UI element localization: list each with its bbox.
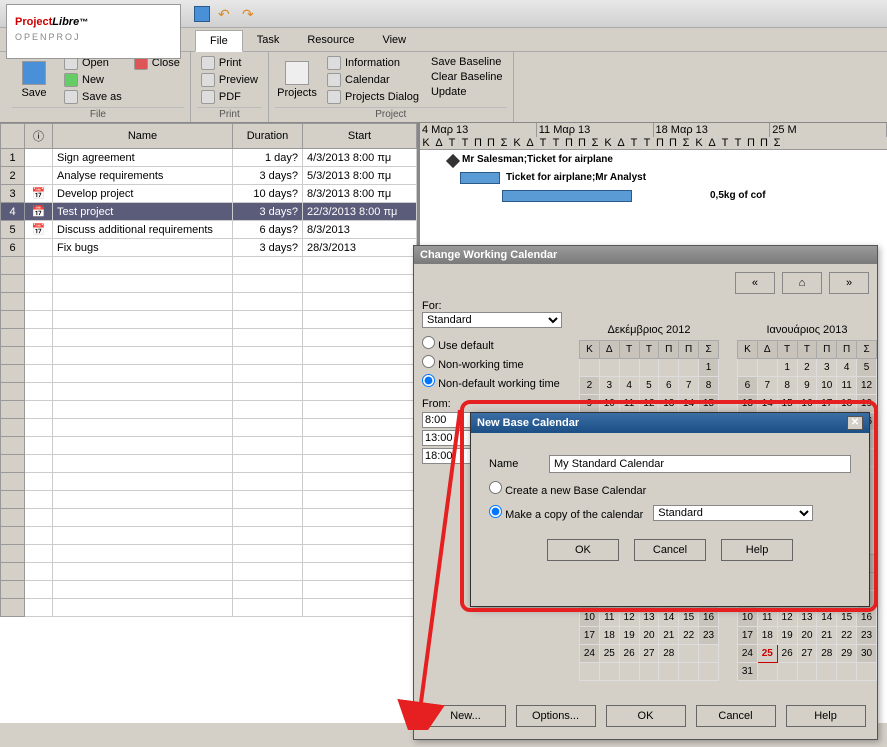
table-row[interactable]: 5 📅 Discuss additional requirements 6 da… [1,221,417,239]
calendar-name-input[interactable] [549,455,851,473]
col-name[interactable]: Name [53,124,233,149]
calendar-button[interactable]: Calendar [323,72,423,88]
ribbon-print-label: Print [197,107,262,120]
name-label: Name [489,458,539,470]
calendar-icon [327,73,341,87]
milestone-icon [446,154,460,168]
cal-new-button[interactable]: New... [426,705,506,727]
cal-ok-button[interactable]: OK [606,705,686,727]
brand-part1: Project [15,16,52,28]
projects-dialog-icon [327,90,341,104]
cal-next-button[interactable]: » [829,272,869,294]
gantt-bar[interactable] [502,190,632,202]
cal-prev-button[interactable]: « [735,272,775,294]
brand-part2: Libre [52,16,79,28]
projects-icon [285,61,309,85]
dialog-title: New Base Calendar [477,417,579,429]
cal-help-button[interactable]: Help [786,705,866,727]
col-duration[interactable]: Duration [233,124,303,149]
brand-sub: OPENPROJ [15,32,172,42]
cal-cancel-button[interactable]: Cancel [696,705,776,727]
table-row[interactable]: 3 📅 Develop project 10 days? 8/3/2013 8:… [1,185,417,203]
table-row[interactable]: 1 Sign agreement 1 day? 4/3/2013 8:00 πμ [1,149,417,167]
tab-file[interactable]: File [195,30,243,52]
print-button[interactable]: Print [197,55,262,71]
new-ok-button[interactable]: OK [547,539,619,561]
save-icon [22,61,46,85]
new-icon [64,73,78,87]
tab-task[interactable]: Task [243,30,294,50]
app-logo: ProjectLibre™ OPENPROJ [6,4,181,59]
projects-button[interactable]: Projects [275,55,319,105]
for-select[interactable]: Standard [422,312,562,328]
new-button[interactable]: New [60,72,126,88]
tab-view[interactable]: View [368,30,420,50]
qat-save-icon[interactable] [194,6,210,22]
cal-options-button[interactable]: Options... [516,705,596,727]
close-icon[interactable]: ✕ [847,416,863,430]
ribbon-file-label: File [12,107,184,120]
clear-baseline-button[interactable]: Clear Baseline [427,70,507,84]
copy-of-select[interactable]: Standard [653,505,813,521]
saveas-icon [64,90,78,104]
saveas-button[interactable]: Save as [60,89,126,105]
radio-make-copy[interactable]: Make a copy of the calendar [489,505,643,521]
print-icon [201,56,215,70]
new-help-button[interactable]: Help [721,539,793,561]
information-button[interactable]: Information [323,55,423,71]
info-icon [327,56,341,70]
pdf-icon [201,90,215,104]
new-cancel-button[interactable]: Cancel [634,539,706,561]
gantt-bar[interactable] [460,172,500,184]
cal-home-button[interactable]: ⌂ [782,272,822,294]
ribbon-project-label: Project [275,107,507,120]
table-row[interactable]: 4 📅 Test project 3 days? 22/3/2013 8:00 … [1,203,417,221]
col-indicator[interactable]: ⓘ [25,124,53,149]
table-row[interactable]: 6 Fix bugs 3 days? 28/3/2013 [1,239,417,257]
col-start[interactable]: Start [303,124,417,149]
qat-undo-icon[interactable]: ↶ [218,6,234,22]
radio-create-new[interactable]: Create a new Base Calendar [489,481,646,497]
update-button[interactable]: Update [427,85,507,99]
new-base-calendar-dialog: New Base Calendar ✕ Name Create a new Ba… [470,412,870,607]
for-label: For: [422,300,869,312]
pdf-button[interactable]: PDF [197,89,262,105]
save-baseline-button[interactable]: Save Baseline [427,55,507,69]
tab-resource[interactable]: Resource [293,30,368,50]
table-row[interactable]: 2 Analyse requirements 3 days? 5/3/2013 … [1,167,417,185]
save-button[interactable]: Save [12,55,56,105]
task-grid[interactable]: ⓘ Name Duration Start 1 Sign agreement 1… [0,123,420,723]
dialog-title: Change Working Calendar [420,249,557,261]
projects-dialog-button[interactable]: Projects Dialog [323,89,423,105]
preview-icon [201,73,215,87]
qat-redo-icon[interactable]: ↷ [242,6,258,22]
preview-button[interactable]: Preview [197,72,262,88]
